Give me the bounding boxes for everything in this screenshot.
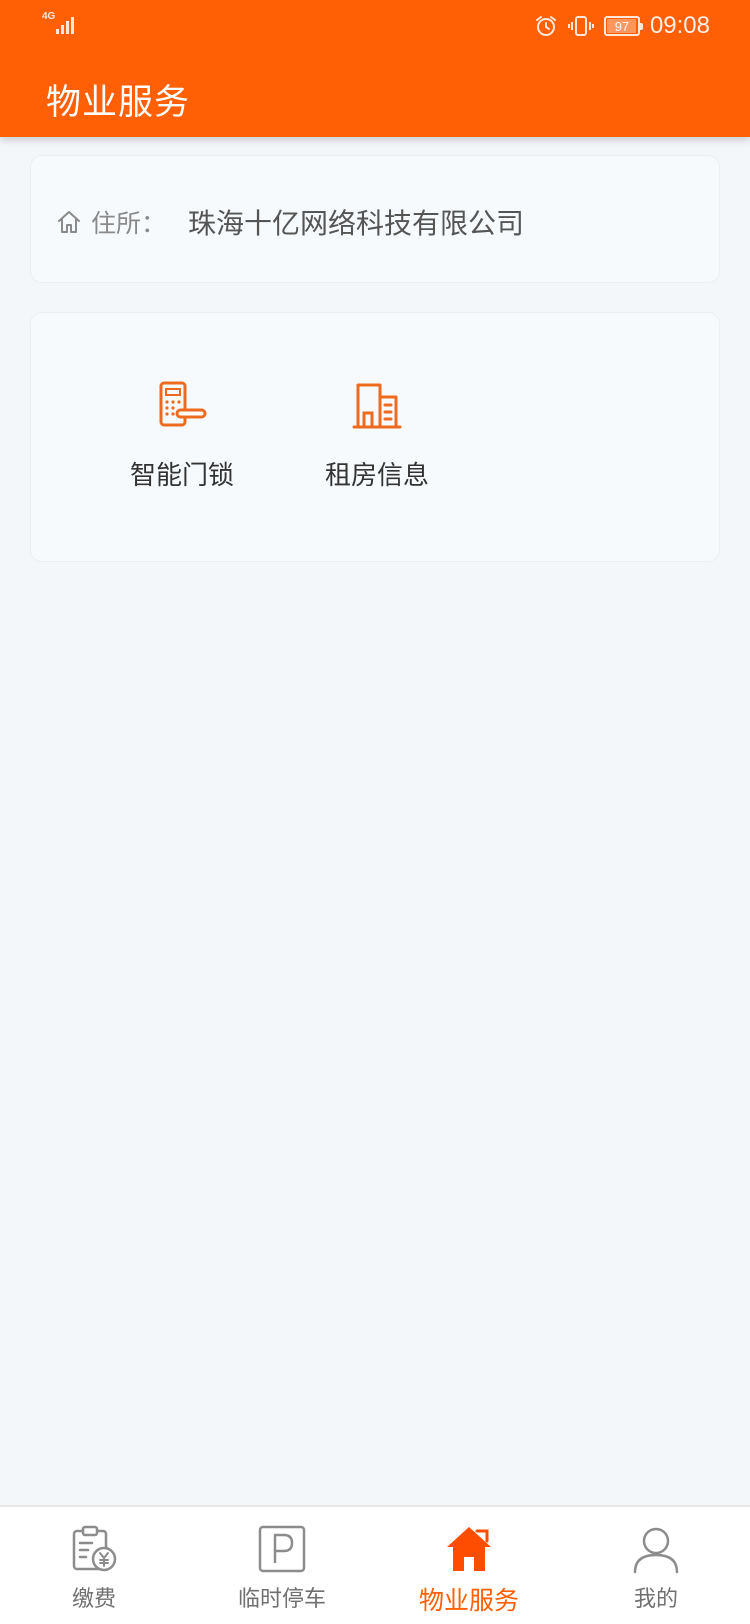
nav-label: 缴费 [71, 1587, 116, 1612]
services-card: 智能门锁 租房信息 [30, 312, 720, 562]
battery-indicator: 97 [603, 16, 643, 36]
payment-bill-icon [72, 1525, 117, 1572]
nav-item-parking[interactable]: 临时停车 [188, 1507, 376, 1624]
parking-icon [258, 1525, 306, 1573]
service-smart-lock[interactable]: 智能门锁 [107, 379, 257, 499]
nav-item-payment[interactable]: 缴费 [0, 1507, 188, 1624]
home-outline-icon [58, 211, 80, 233]
bottom-nav: 缴费 临时停车 物业服务 我的 [0, 1505, 750, 1624]
vibrate-icon [567, 16, 594, 36]
nav-label: 临时停车 [237, 1587, 326, 1612]
nav-label: 我的 [633, 1587, 678, 1612]
service-label: 租房信息 [324, 461, 429, 491]
address-row: 住所： 珠海十亿网络科技有限公司 [55, 204, 524, 240]
service-rental-info[interactable]: 租房信息 [302, 379, 452, 499]
status-icons: 97 09:08 [534, 10, 710, 42]
address-label: 住所： [91, 209, 167, 238]
signal-bars-icon [56, 17, 74, 34]
address-value: 珠海十亿网络科技有限公司 [188, 207, 525, 240]
page-title: 物业服务 [46, 83, 191, 123]
screen: 4G 97 09:08 物业服务 住所： 珠海十亿网络科技有限公司 智能门锁 租… [0, 0, 750, 1624]
nav-item-me[interactable]: 我的 [562, 1507, 750, 1624]
status-time: 09:08 [649, 12, 710, 39]
home-icon [447, 1527, 491, 1571]
building-icon [352, 383, 402, 429]
smart-lock-icon [159, 381, 207, 427]
status-bar: 4G 97 09:08 [0, 0, 750, 50]
network-type: 4G [42, 11, 56, 22]
service-label: 智能门锁 [129, 461, 234, 491]
signal-indicator: 4G [42, 12, 82, 38]
user-icon [633, 1527, 679, 1574]
alarm-icon [535, 16, 556, 36]
app-header: 4G 97 09:08 物业服务 [0, 0, 750, 137]
address-card: 住所： 珠海十亿网络科技有限公司 [30, 155, 720, 283]
battery-percent: 97 [614, 18, 630, 34]
nav-label: 物业服务 [418, 1586, 519, 1615]
nav-item-property-service[interactable]: 物业服务 [375, 1507, 563, 1624]
